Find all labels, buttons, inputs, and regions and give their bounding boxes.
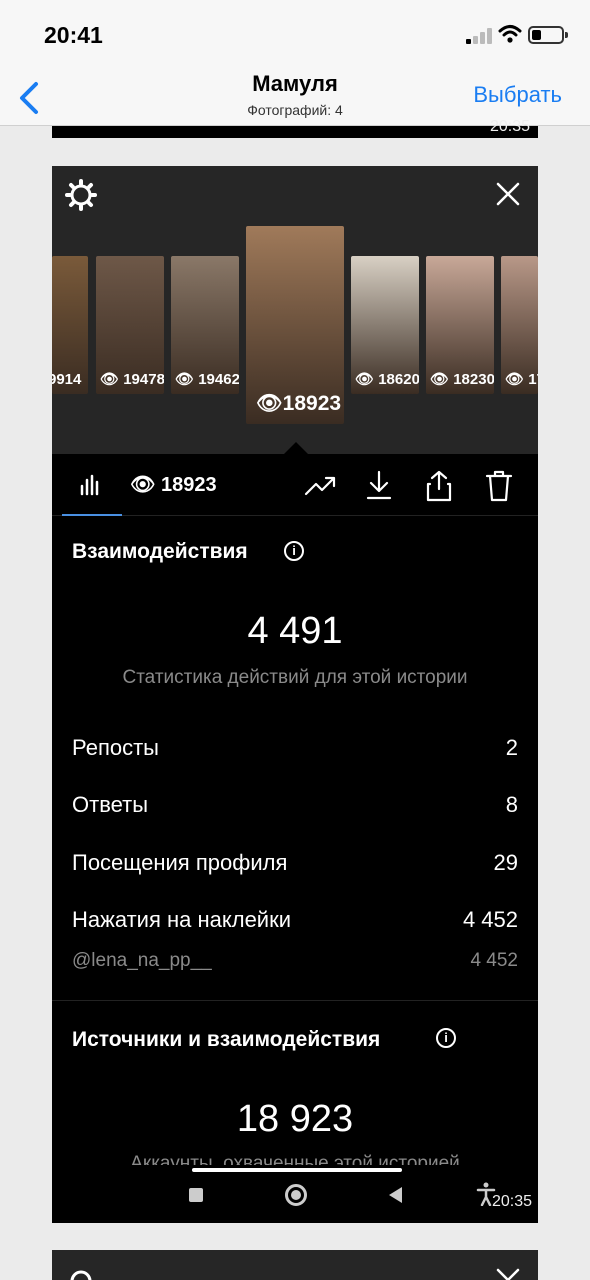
story-thumbnail-selected[interactable]: 👁18923 <box>246 226 344 424</box>
stat-value: 29 <box>493 850 518 875</box>
status-time: 20:41 <box>44 22 103 48</box>
home-icon <box>285 1184 307 1206</box>
insights-toolbar: 👁 18923 <box>52 454 538 516</box>
close-icon[interactable] <box>496 182 520 206</box>
download-icon[interactable] <box>364 470 394 502</box>
story-view-count: 👁 19462 <box>175 371 239 388</box>
sources-total: 18 923 <box>236 1098 354 1140</box>
stat-row-reposts: Репосты 2 <box>72 735 518 761</box>
story-view-count: 👁 18620 <box>355 371 419 388</box>
story-thumbnail[interactable]: 👁 18230 <box>426 256 494 394</box>
sources-heading: Источники и взаимодействия <box>72 1028 381 1051</box>
story-thumbnail[interactable]: 9914 <box>52 256 88 394</box>
photo-timestamp: 20:35 <box>491 1193 532 1210</box>
stat-row-sticker-taps: Нажатия на наклейки 4 452 <box>72 907 518 933</box>
interactions-heading: Взаимодействия <box>72 540 248 563</box>
battery-icon <box>528 26 568 44</box>
section-divider <box>52 1000 538 1001</box>
previous-photo[interactable]: 20:35 <box>52 118 538 138</box>
interactions-caption: Статистика действий для этой истории <box>122 667 468 688</box>
story-view-count: 👁 17 <box>505 371 538 388</box>
trending-icon[interactable] <box>304 470 338 500</box>
trash-icon[interactable] <box>484 470 514 502</box>
stat-row-replies: Ответы 8 <box>72 792 518 818</box>
story-strip: 9914 👁 19478 👁 19462 👁18923 👁 18620 👁 18… <box>52 166 538 454</box>
status-bar: 20:41 <box>0 0 590 70</box>
story-thumbnail[interactable]: 👁 19478 <box>96 256 164 394</box>
story-thumbnail[interactable]: 👁 17 <box>501 256 538 394</box>
story-view-count: 👁 18230 <box>430 371 494 388</box>
stat-value: 4 452 <box>470 950 518 971</box>
info-icon[interactable]: i <box>284 541 304 561</box>
story-thumbnail[interactable]: 👁 19462 <box>171 256 239 394</box>
stat-label: Нажатия на наклейки <box>72 907 292 932</box>
photo-timestamp: 20:35 <box>489 118 530 135</box>
stat-label: Репосты <box>72 735 159 760</box>
stat-value: 8 <box>505 792 518 817</box>
cellular-signal-icon <box>466 28 494 44</box>
tab-statistics[interactable] <box>62 454 122 516</box>
wifi-icon <box>498 25 522 43</box>
select-button[interactable]: Выбрать <box>473 82 562 108</box>
sources-caption: Аккаунты, охваченные этой историей <box>130 1153 460 1165</box>
stat-label: Посещения профиля <box>72 850 288 875</box>
close-icon <box>496 1268 520 1280</box>
story-view-count: 👁18923 <box>256 392 342 415</box>
screenshot-photo[interactable]: 9914 👁 19478 👁 19462 👁18923 👁 18620 👁 18… <box>52 166 538 1223</box>
story-view-count: 9914 <box>52 371 82 388</box>
selected-story-pointer <box>284 442 308 454</box>
tab-indicator <box>62 514 122 516</box>
views-counter[interactable]: 👁 18923 <box>130 472 217 497</box>
stat-row-sticker-mention: @lena_na_pp__ 4 452 <box>72 950 518 972</box>
stat-label: Ответы <box>72 792 149 817</box>
stat-value: 4 452 <box>462 907 518 932</box>
share-icon[interactable] <box>424 470 454 502</box>
interactions-total: 4 491 <box>247 610 343 652</box>
android-navigation-bar: 20:35 <box>52 1166 538 1223</box>
story-view-count: 👁 19478 <box>100 371 164 388</box>
recents-icon <box>189 1188 203 1202</box>
story-thumbnail[interactable]: 👁 18620 <box>351 256 419 394</box>
gear-icon[interactable] <box>64 178 98 212</box>
stat-row-profile-visits: Посещения профиля 29 <box>72 850 518 876</box>
next-photo[interactable] <box>52 1250 538 1280</box>
info-icon[interactable]: i <box>436 1028 456 1048</box>
stat-label: @lena_na_pp__ <box>72 950 212 971</box>
bar-chart-icon <box>80 474 99 496</box>
gear-icon <box>70 1270 92 1280</box>
stat-value: 2 <box>505 735 518 760</box>
eye-icon: 👁 <box>130 474 161 496</box>
home-indicator <box>192 1168 402 1172</box>
back-icon <box>389 1187 402 1203</box>
